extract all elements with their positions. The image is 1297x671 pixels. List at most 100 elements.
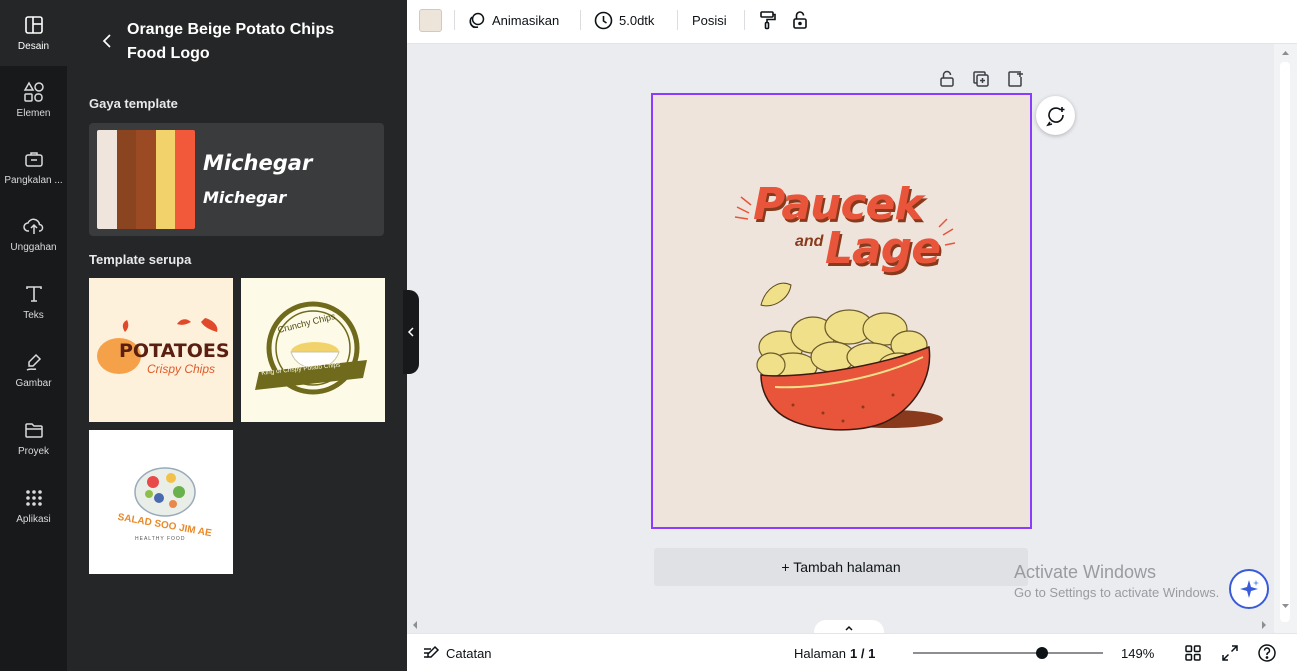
scroll-right-icon <box>1262 621 1266 629</box>
salad-bowl-illustration <box>134 467 196 517</box>
template-title: Orange Beige Potato Chips Food Logo <box>127 21 335 62</box>
rail-label: Desain <box>17 41 50 52</box>
zoom-level-button[interactable]: 149% <box>1121 634 1154 671</box>
grid-view-icon <box>1185 645 1201 661</box>
lock-page-button[interactable] <box>937 69 957 89</box>
position-button[interactable]: Posisi <box>692 0 727 40</box>
magic-assistant-button[interactable] <box>1229 569 1269 609</box>
rail-item-apps[interactable]: Aplikasi <box>0 473 67 539</box>
zoom-value: 149% <box>1121 645 1155 661</box>
scrollbar-thumb[interactable] <box>1280 62 1290 622</box>
duration-button[interactable]: 5.0dtk <box>594 0 654 40</box>
chevron-up-icon <box>845 625 853 631</box>
lock-button[interactable] <box>792 0 814 40</box>
palette-swatch <box>136 130 156 229</box>
collapse-panel-button[interactable] <box>403 290 419 374</box>
position-label: Posisi <box>692 12 727 28</box>
scroll-up-icon <box>1282 51 1289 55</box>
text-icon <box>23 283 45 305</box>
font-sample-heading: Michegar <box>203 151 313 175</box>
rail-item-uploads[interactable]: Unggahan <box>0 201 67 267</box>
chevron-left-icon <box>102 34 111 48</box>
rail-item-text[interactable]: Teks <box>0 269 67 335</box>
color-palette <box>97 130 195 229</box>
rail-label: Proyek <box>17 446 50 457</box>
palette-swatch <box>155 130 176 229</box>
vertical-scrollbar[interactable] <box>1274 44 1297 634</box>
bottom-bar: Catatan Halaman 1 / 1 149% <box>407 633 1297 671</box>
scroll-down-icon <box>1282 604 1289 608</box>
template-style-card[interactable]: Michegar Michegar <box>89 123 384 236</box>
rail-item-design[interactable]: Desain <box>0 0 67 66</box>
palette-swatch <box>116 130 137 229</box>
palette-swatch <box>97 130 117 229</box>
duplicate-page-button[interactable] <box>971 69 991 89</box>
chips-bowl-illustration <box>734 196 956 431</box>
divider <box>454 10 455 30</box>
page-indicator[interactable]: Halaman 1 / 1 <box>794 634 875 671</box>
rail-label: Teks <box>23 310 44 321</box>
rail-item-elements[interactable]: Elemen <box>0 67 67 133</box>
paint-roller-icon <box>759 10 777 30</box>
add-page-icon <box>1008 71 1023 87</box>
pen-icon <box>23 351 45 373</box>
activation-watermark-title: Activate Windows <box>1014 562 1157 582</box>
font-sample-body: Michegar <box>203 188 287 207</box>
animate-icon <box>468 11 486 29</box>
scroll-left-icon <box>413 621 417 629</box>
unlock-icon <box>940 70 954 87</box>
help-button[interactable] <box>1257 634 1277 671</box>
rail-label: Aplikasi <box>16 514 51 525</box>
page-prefix: Halaman <box>794 645 847 661</box>
background-color-button[interactable] <box>419 9 442 32</box>
page-tools <box>937 69 1025 89</box>
rail-item-brand[interactable]: Pangkalan ... <box>0 134 67 200</box>
zoom-slider[interactable] <box>913 652 1103 654</box>
refresh-comment-button[interactable] <box>1036 96 1075 135</box>
thumb-subtitle: Crispy Chips <box>147 362 216 376</box>
briefcase-icon <box>23 148 45 170</box>
template-thumbnail[interactable]: Crunchy Chips King of Crispy Potato Chip… <box>241 278 385 422</box>
grid-view-button[interactable] <box>1184 634 1202 671</box>
notes-button[interactable]: Catatan <box>422 634 492 671</box>
back-button[interactable] <box>97 30 117 52</box>
chips-badge-illustration <box>255 301 367 395</box>
template-thumbnail[interactable]: POTATOES Crispy Chips <box>89 278 233 422</box>
add-page-icon-button[interactable] <box>1005 69 1025 89</box>
chevron-left-icon <box>407 327 414 337</box>
rail-label: Elemen <box>16 108 51 119</box>
palette-swatch <box>175 130 195 229</box>
animate-button[interactable]: Animasikan <box>468 0 559 40</box>
rail-label: Unggahan <box>10 242 57 253</box>
rail-label: Gambar <box>15 378 52 389</box>
copy-style-button[interactable] <box>759 0 783 40</box>
add-page-button[interactable]: + Tambah halaman <box>654 548 1028 586</box>
help-icon <box>1258 644 1276 662</box>
add-comment-icon <box>1045 106 1064 126</box>
template-thumbnail[interactable]: SALAD SOO JIM AE HEALTHY FOOD <box>89 430 233 574</box>
divider <box>744 10 745 30</box>
left-rail: Desain Elemen Pangkalan ... Unggahan Tek… <box>0 0 67 671</box>
rail-item-projects[interactable]: Proyek <box>0 405 67 471</box>
clock-icon <box>594 11 613 30</box>
design-artboard[interactable]: Paucek and Lage <box>651 93 1032 529</box>
cloud-upload-icon <box>22 215 45 237</box>
top-toolbar: Animasikan 5.0dtk Posisi <box>407 0 1297 44</box>
duplicate-icon <box>973 71 989 87</box>
divider <box>677 10 678 30</box>
notes-icon <box>424 645 440 658</box>
activation-watermark-text: Go to Settings to activate Windows. <box>1014 585 1220 600</box>
rail-label: Pangkalan ... <box>4 175 63 186</box>
rail-item-draw[interactable]: Gambar <box>0 337 67 403</box>
shapes-icon <box>23 81 45 103</box>
layout-icon <box>23 14 45 36</box>
zoom-slider-handle[interactable] <box>1036 647 1049 659</box>
fullscreen-button[interactable] <box>1221 634 1239 671</box>
thumb-title: POTATOES <box>119 340 230 362</box>
animate-label: Animasikan <box>492 12 560 28</box>
expand-icon <box>1222 645 1238 661</box>
design-panel: Orange Beige Potato Chips Food Logo Gaya… <box>67 0 407 671</box>
folder-icon <box>23 419 45 441</box>
notes-label: Catatan <box>446 645 492 661</box>
thumb-subtitle: HEALTHY FOOD <box>135 536 186 542</box>
